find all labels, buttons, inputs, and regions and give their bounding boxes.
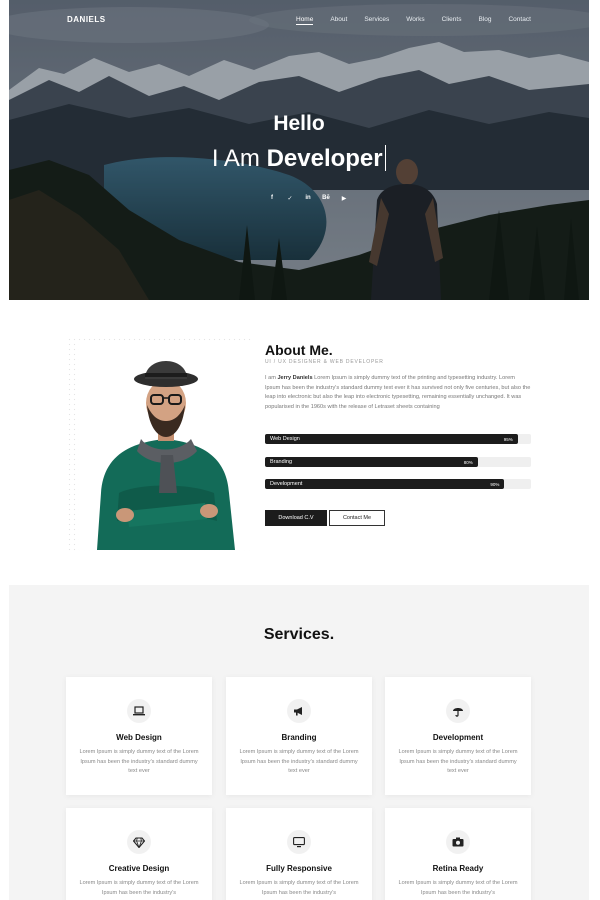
laptop-icon <box>127 699 151 723</box>
skill-fill <box>265 457 478 467</box>
youtube-icon[interactable]: ▶ <box>340 195 348 202</box>
hero-tagline: I Am Developer <box>9 145 589 173</box>
service-card-fully-responsive[interactable]: Fully Responsive Lorem Ipsum is simply d… <box>226 808 372 900</box>
behance-icon[interactable]: Bē <box>322 195 330 202</box>
service-title: Web Design <box>116 733 162 742</box>
hero-tagline-light: I Am <box>211 145 260 172</box>
service-description: Lorem Ipsum is simply dummy text of the … <box>239 880 359 896</box>
social-links: f ✓ in Bē ▶ <box>268 195 348 202</box>
profile-photo <box>79 343 253 550</box>
service-description: Lorem Ipsum is simply dummy text of the … <box>79 749 199 774</box>
about-title: About Me. <box>265 342 333 358</box>
service-description: Lorem Ipsum is simply dummy text of the … <box>398 880 518 896</box>
about-text-intro: I am <box>265 375 278 381</box>
hero-tagline-bold: Developer <box>266 145 383 172</box>
skill-percent: 80% <box>463 459 473 465</box>
contact-me-button[interactable]: Contact Me <box>329 510 385 526</box>
skill-bar-branding: Branding 80% <box>265 457 531 467</box>
skill-name: Web Design <box>270 436 300 442</box>
service-card-branding[interactable]: Branding Lorem Ipsum is simply dummy tex… <box>226 677 372 795</box>
linkedin-icon[interactable]: in <box>304 195 312 202</box>
nav-item-clients[interactable]: Clients <box>442 16 462 25</box>
top-navigation: DANIELS Home About Services Works Client… <box>9 0 589 40</box>
nav-item-works[interactable]: Works <box>406 16 424 25</box>
service-card-creative-design[interactable]: Creative Design Lorem Ipsum is simply du… <box>66 808 212 900</box>
service-description: Lorem Ipsum is simply dummy text of the … <box>239 749 359 774</box>
service-card-web-design[interactable]: Web Design Lorem Ipsum is simply dummy t… <box>66 677 212 795</box>
typing-cursor <box>384 145 387 171</box>
skill-percent: 95% <box>503 436 513 442</box>
service-card-retina-ready[interactable]: Retina Ready Lorem Ipsum is simply dummy… <box>385 808 531 900</box>
services-title: Services. <box>263 626 335 643</box>
facebook-icon[interactable]: f <box>268 195 276 202</box>
skill-fill <box>265 434 518 444</box>
service-title: Branding <box>281 733 317 742</box>
download-cv-button[interactable]: Download C.V <box>265 510 327 526</box>
umbrella-icon <box>446 699 470 723</box>
nav-item-contact[interactable]: Contact <box>508 16 530 25</box>
about-name: Jerry Daniels <box>277 375 313 381</box>
brand-logo[interactable]: DANIELS <box>67 15 106 24</box>
service-description: Lorem Ipsum is simply dummy text of the … <box>79 880 199 896</box>
skill-bar-web-design: Web Design 95% <box>265 434 531 444</box>
skill-name: Development <box>270 481 303 487</box>
megaphone-icon <box>287 699 311 723</box>
nav-item-services[interactable]: Services <box>364 16 389 25</box>
about-subtitle: UI / UX DESIGNER & WEB DEVELOPER <box>265 359 384 365</box>
hero-section: DANIELS Home About Services Works Client… <box>9 0 589 300</box>
camera-icon <box>446 830 470 854</box>
service-title: Fully Responsive <box>266 864 332 873</box>
skill-bar-development: Development 90% <box>265 479 531 489</box>
nav-item-home[interactable]: Home <box>296 16 314 25</box>
skill-name: Branding <box>270 459 293 465</box>
nav-item-blog[interactable]: Blog <box>478 16 491 25</box>
service-description: Lorem Ipsum is simply dummy text of the … <box>398 749 518 774</box>
profile-photo-frame <box>67 337 253 552</box>
service-title: Retina Ready <box>432 864 484 873</box>
diamond-icon <box>127 830 151 854</box>
twitter-icon[interactable]: ✓ <box>286 195 294 202</box>
service-title: Development <box>432 733 484 742</box>
developer-portrait <box>97 361 235 550</box>
nav-item-about[interactable]: About <box>330 16 347 25</box>
hero-greeting: Hello <box>273 112 325 135</box>
monitor-icon <box>287 830 311 854</box>
skill-percent: 90% <box>490 481 500 487</box>
service-card-development[interactable]: Development Lorem Ipsum is simply dummy … <box>385 677 531 795</box>
service-title: Creative Design <box>108 864 170 873</box>
nav-menu: Home About Services Works Clients Blog C… <box>296 16 548 25</box>
about-description: I am Jerry Daniels Lorem Ipsum is simply… <box>265 374 531 412</box>
